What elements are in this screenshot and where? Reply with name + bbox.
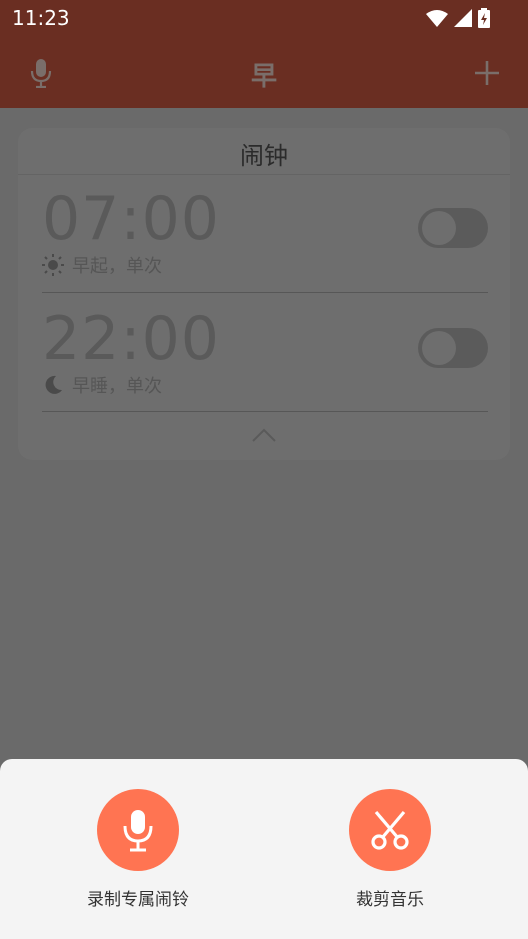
record-ringtone-circle[interactable] xyxy=(97,789,179,871)
moon-icon xyxy=(45,375,62,394)
wifi-icon xyxy=(426,10,448,27)
card-title: 闹钟 xyxy=(240,142,288,170)
alarm-time: 22:00 xyxy=(42,304,220,374)
alarm-toggle[interactable] xyxy=(418,208,488,248)
alarm-card: 闹钟 07:00 早起，单次 22:00 早睡，单次 xyxy=(18,128,510,460)
card-header-divider xyxy=(18,174,510,175)
alarm-info: 早睡，单次 xyxy=(42,372,162,398)
signal-icon xyxy=(454,9,472,27)
record-ringtone-label: 录制专属闹铃 xyxy=(87,890,189,910)
alarm-time: 07:00 xyxy=(42,184,220,254)
battery-icon xyxy=(478,8,490,28)
row-divider xyxy=(42,411,488,412)
bottom-sheet: 录制专属闹铃 裁剪音乐 xyxy=(0,759,528,939)
add-icon[interactable] xyxy=(474,60,500,86)
row-divider xyxy=(42,292,488,293)
alarm-item[interactable]: 22:00 早睡，单次 xyxy=(42,304,488,422)
chevron-up-icon[interactable] xyxy=(252,428,276,442)
status-time: 11:23 xyxy=(12,6,70,30)
trim-music-button[interactable]: 裁剪音乐 xyxy=(300,789,480,910)
app-bar: 早 xyxy=(0,36,528,108)
status-bar: 11:23 xyxy=(0,0,528,36)
trim-music-label: 裁剪音乐 xyxy=(356,890,424,910)
scissors-icon xyxy=(371,810,409,850)
alarm-label: 早起，单次 xyxy=(72,256,162,277)
alarm-info: 早起，单次 xyxy=(42,252,162,278)
sun-icon xyxy=(42,254,64,276)
record-ringtone-button[interactable]: 录制专属闹铃 xyxy=(48,789,228,910)
trim-music-circle[interactable] xyxy=(349,789,431,871)
alarm-toggle[interactable] xyxy=(418,328,488,368)
microphone-icon xyxy=(123,810,153,852)
alarm-label: 早睡，单次 xyxy=(72,376,162,397)
page-title: 早 xyxy=(250,62,277,92)
status-icons xyxy=(426,8,490,28)
alarm-item[interactable]: 07:00 早起，单次 xyxy=(42,184,488,302)
